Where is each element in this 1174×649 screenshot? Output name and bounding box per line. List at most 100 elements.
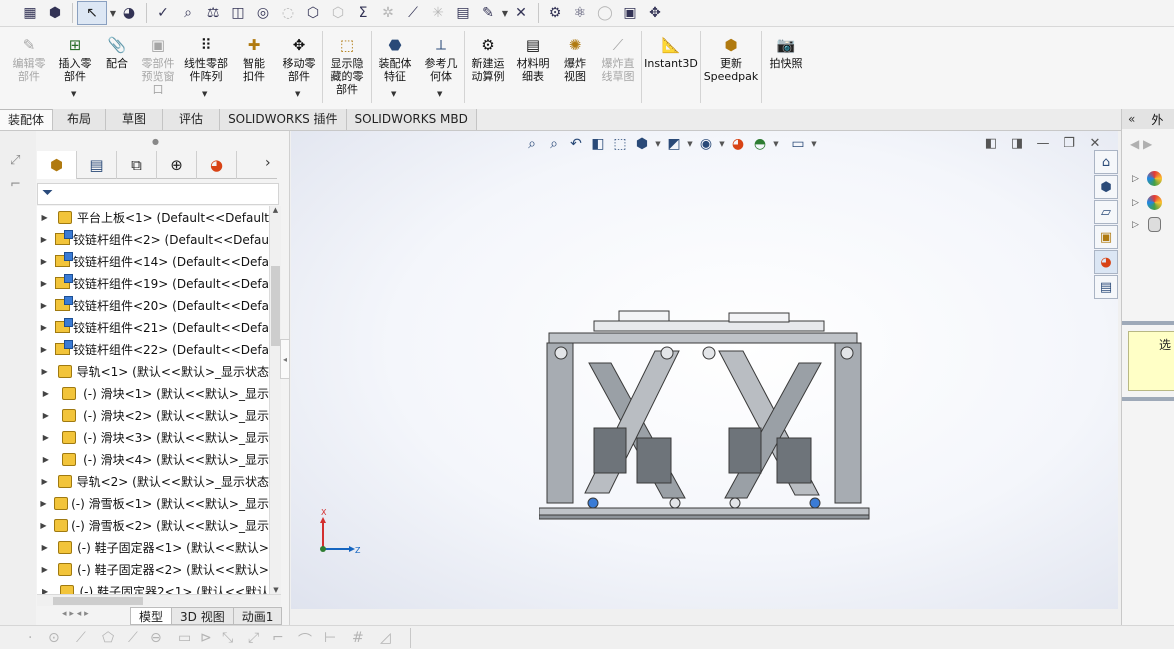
display-manager-tab-icon[interactable]: ◕ xyxy=(197,151,237,179)
expand-arrow-icon[interactable]: ▶ xyxy=(39,389,53,398)
addins-icon[interactable]: ✥ xyxy=(643,2,667,24)
expand-arrow-icon[interactable]: ▶ xyxy=(39,565,50,574)
tree-item[interactable]: ▶ (-) 鞋子固定器<1> (默认<<默认> xyxy=(37,536,269,558)
expand-arrow-icon[interactable]: ▶ xyxy=(39,455,53,464)
actuator-motor[interactable] xyxy=(776,437,812,484)
tree-item[interactable]: ▶ (-) 滑块<2> (默认<<默认>_显示 xyxy=(37,404,269,426)
chevron-right-icon[interactable]: ▷ xyxy=(1132,198,1139,208)
expand-arrow-icon[interactable]: ▶ xyxy=(39,345,49,354)
edit-appearance-icon[interactable]: ◕ xyxy=(727,133,749,155)
expand-arrow-icon[interactable]: ▶ xyxy=(39,433,53,442)
pane-splitter[interactable] xyxy=(1122,321,1174,325)
measure-icon[interactable]: ⌕ xyxy=(176,2,200,24)
back-forward-icon[interactable]: ◀ ▶ xyxy=(1130,137,1152,151)
tree-item[interactable]: ▶ 铰链杆组件<19> (Default<<Defa xyxy=(37,272,269,294)
offset-icon[interactable]: ⊳ xyxy=(200,630,212,646)
dimxpert-icon[interactable]: ⚛ xyxy=(568,2,592,24)
expand-arrow-icon[interactable]: ▶ xyxy=(39,587,51,595)
tree-item[interactable]: ▶ (-) 鞋子固定器2<1> (默认<<默认 xyxy=(37,580,269,594)
tree-item[interactable]: ▶ 铰链杆组件<20> (Default<<Defa xyxy=(37,294,269,316)
view-orientation-icon[interactable]: ⬢ xyxy=(631,133,653,155)
scenes-tree-item[interactable]: ▷ xyxy=(1132,195,1162,210)
tab-assembly[interactable]: 装配体 xyxy=(0,109,54,130)
filter-icon[interactable]: ⏷ xyxy=(42,185,53,201)
hide-show-items-icon[interactable]: ◉ xyxy=(695,133,717,155)
panel-collapse-handle[interactable]: ◂ xyxy=(280,339,290,379)
insert-component-button[interactable]: ⊞ 插入零部件 ▼ xyxy=(52,27,98,107)
display-style-icon[interactable]: ◩ xyxy=(663,133,685,155)
view-palette-icon[interactable]: ▣ xyxy=(1094,225,1118,249)
dimension-icon[interactable]: ⊢ xyxy=(324,630,336,646)
relation-icon[interactable]: ◿ xyxy=(380,630,391,646)
expand-arrow-icon[interactable]: ▶ xyxy=(39,499,48,508)
take-snapshot-button[interactable]: 📷 拍快照 xyxy=(762,27,810,107)
expand-arrow-icon[interactable]: ▶ xyxy=(39,367,50,376)
chevron-down-icon[interactable]: ▼ xyxy=(685,140,695,148)
summation-icon[interactable]: Σ xyxy=(351,2,375,24)
hinge-joint[interactable] xyxy=(702,346,716,360)
chevron-right-icon[interactable]: › xyxy=(265,155,271,171)
chevron-down-icon[interactable]: ▼ xyxy=(437,88,442,101)
chevron-right-icon[interactable]: ▷ xyxy=(1132,174,1139,184)
show-hidden-components-button[interactable]: ⬚ 显示隐藏的零部件 xyxy=(323,27,371,107)
simulation-icon[interactable]: ✎ xyxy=(476,2,500,24)
outer-column[interactable] xyxy=(834,342,862,504)
tree-item[interactable]: ▶ (-) 滑块<3> (默认<<默认>_显示 xyxy=(37,426,269,448)
excel-icon[interactable]: ✕ xyxy=(509,2,533,24)
fillet-icon[interactable]: ⌒ xyxy=(298,630,312,649)
update-speedpak-button[interactable]: ⬢ 更新Speedpak xyxy=(701,27,761,107)
sketch-icon[interactable]: ⤢ xyxy=(10,153,20,168)
exploded-view-button[interactable]: ✺ 爆炸视图 xyxy=(555,27,595,107)
trim-icon[interactable]: ⟋ xyxy=(128,630,138,646)
document-icon[interactable]: ▤ xyxy=(451,2,475,24)
component-preview-button[interactable]: ▣ 零部件预览窗口 xyxy=(136,27,180,107)
feature-tree-tab-icon[interactable]: ⬢ xyxy=(37,151,77,179)
select-icon[interactable]: ↖ xyxy=(77,1,107,25)
expand-arrow-icon[interactable]: ▶ xyxy=(39,301,49,310)
tab-motion-study[interactable]: 动画1 xyxy=(232,607,283,625)
line-icon[interactable]: ⟋ xyxy=(76,630,86,646)
scroll-up-icon[interactable]: ▲ xyxy=(270,206,281,214)
section-view-icon[interactable]: ◧ xyxy=(587,133,609,155)
mirror-icon[interactable]: ⤢ xyxy=(248,630,259,646)
assembly-features-button[interactable]: ⬣ 装配体特征 ▼ xyxy=(372,27,418,107)
sensor-icon[interactable]: ✲ xyxy=(376,2,400,24)
instant3d-button[interactable]: 📐 Instant3D xyxy=(642,27,700,107)
boot-binding[interactable] xyxy=(728,312,790,323)
convert-icon[interactable]: ⤡ xyxy=(222,630,233,646)
actuator-motor[interactable] xyxy=(636,437,672,484)
actuator-motor[interactable] xyxy=(728,427,762,474)
chevron-down-icon[interactable]: ▼ xyxy=(202,88,207,101)
hinge-joint[interactable] xyxy=(840,346,854,360)
tree-item[interactable]: ▶ 铰链杆组件<22> (Default<<Defa xyxy=(37,338,269,360)
outer-column[interactable] xyxy=(546,342,574,504)
chevron-down-icon[interactable]: ▼ xyxy=(717,140,727,148)
tree-item[interactable]: ▶ 铰链杆组件<14> (Default<<Defa xyxy=(37,250,269,272)
point-icon[interactable]: · xyxy=(28,630,32,646)
tree-horizontal-scrollbar[interactable] xyxy=(37,594,281,606)
expand-arrow-icon[interactable]: ▶ xyxy=(39,521,48,530)
property-manager-tab-icon[interactable]: ▤ xyxy=(77,151,117,179)
custom-properties-icon[interactable]: ▤ xyxy=(1094,275,1118,299)
tree-item[interactable]: ▶ 平台上板<1> (Default<<Default xyxy=(37,206,269,228)
status-check-icon[interactable]: ◯ xyxy=(593,2,617,24)
apply-scene-icon[interactable]: ◓ xyxy=(749,133,771,155)
restore-icon[interactable]: ❐ xyxy=(1056,133,1082,153)
dimxpert-manager-tab-icon[interactable]: ⊕ xyxy=(157,151,197,179)
tree-item[interactable]: ▶ (-) 滑雪板<2> (默认<<默认>_显示 xyxy=(37,514,269,536)
panel-left-icon[interactable]: ◧ xyxy=(978,133,1004,153)
mass-properties-icon[interactable]: ⚖ xyxy=(201,2,225,24)
check-icon[interactable]: ⬡ xyxy=(326,2,350,24)
base-joint[interactable] xyxy=(809,497,821,509)
expand-arrow-icon[interactable]: ▶ xyxy=(39,477,50,486)
chevron-down-icon[interactable]: ▼ xyxy=(501,9,509,18)
tab-model[interactable]: 模型 xyxy=(130,607,173,625)
dynamic-annotation-icon[interactable]: ⬚ xyxy=(609,133,631,155)
new-motion-study-button[interactable]: ⚙ 新建运动算例 xyxy=(465,27,511,107)
solidworks-plastics-icon[interactable]: ▣ xyxy=(618,2,642,24)
scroll-down-icon[interactable]: ▼ xyxy=(270,586,282,594)
boot-binding[interactable] xyxy=(618,310,670,322)
tab-sketch[interactable]: 草图 xyxy=(106,109,164,130)
mate-button[interactable]: 📎 配合 xyxy=(98,27,136,107)
grid-icon[interactable]: # xyxy=(352,630,364,646)
